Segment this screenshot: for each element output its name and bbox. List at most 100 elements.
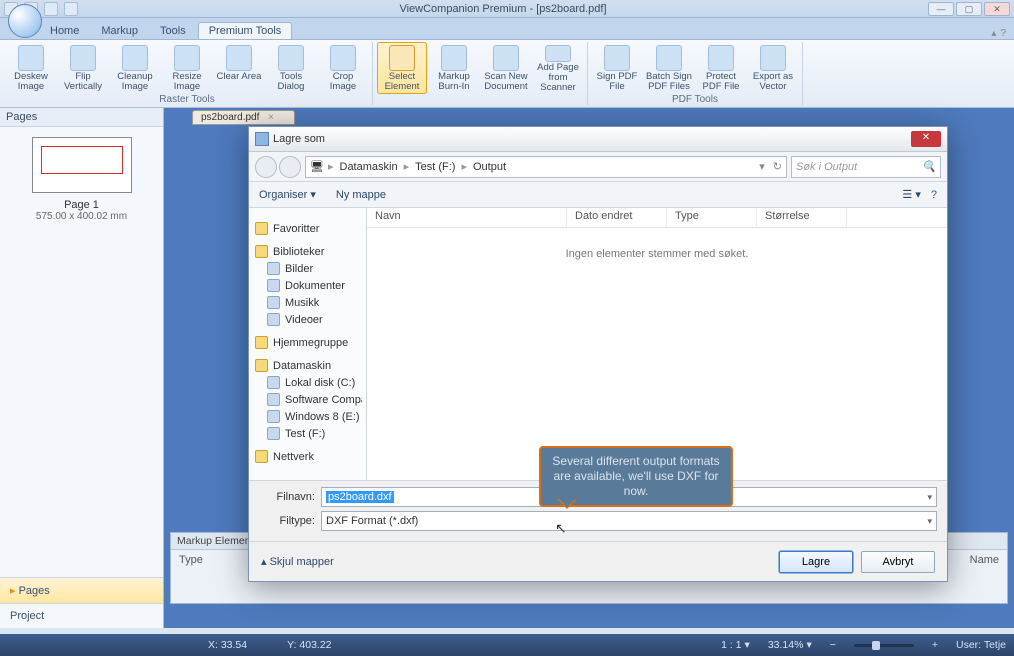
side-tab-pages[interactable]: Pages xyxy=(0,577,163,603)
view-options-button[interactable]: ☰ ▾ xyxy=(902,188,920,201)
breadcrumb-item[interactable]: Output xyxy=(471,161,508,173)
column-name[interactable]: Navn xyxy=(367,208,567,227)
maximize-button[interactable]: ▢ xyxy=(956,2,982,16)
zoom-slider[interactable] xyxy=(854,644,914,647)
tab-premium-tools[interactable]: Premium Tools xyxy=(198,22,293,39)
protect-pdf-button[interactable]: Protect PDF File xyxy=(696,42,746,94)
file-list: Navn Dato endret Type Størrelse Ingen el… xyxy=(367,208,947,480)
help-icon[interactable]: ? xyxy=(931,189,937,201)
save-button[interactable]: Lagre xyxy=(779,551,853,573)
minimize-button[interactable]: — xyxy=(928,2,954,16)
breadcrumb-item[interactable]: Datamaskin xyxy=(338,161,400,173)
tree-drive-software[interactable]: Software Compa xyxy=(253,391,362,408)
new-folder-button[interactable]: Ny mappe xyxy=(336,189,386,201)
app-menu-orb[interactable] xyxy=(8,4,42,38)
filetype-label: Filtype: xyxy=(259,515,315,527)
tree-drive-f[interactable]: Test (F:) xyxy=(253,425,362,442)
tab-tools[interactable]: Tools xyxy=(150,23,196,39)
close-button[interactable]: ✕ xyxy=(984,2,1010,16)
dropdown-icon[interactable]: ▾ xyxy=(927,516,932,527)
qat-button[interactable] xyxy=(44,2,58,16)
tree-drive-e[interactable]: Windows 8 (E:) xyxy=(253,408,362,425)
breadcrumb-item[interactable]: Test (F:) xyxy=(413,161,457,173)
resize-image-button[interactable]: Resize Image xyxy=(162,42,212,94)
tree-images[interactable]: Bilder xyxy=(253,260,362,277)
tree-videos[interactable]: Videoer xyxy=(253,311,362,328)
folder-icon xyxy=(267,296,280,309)
side-tab-project[interactable]: Project xyxy=(0,603,163,628)
tools-dialog-button[interactable]: Tools Dialog xyxy=(266,42,316,94)
tree-computer[interactable]: Datamaskin xyxy=(253,357,362,374)
tab-home[interactable]: Home xyxy=(40,23,89,39)
filename-label: Filnavn: xyxy=(259,491,315,503)
crop-image-button[interactable]: Crop Image xyxy=(318,42,368,94)
tree-libraries[interactable]: Biblioteker xyxy=(253,243,362,260)
organiser-menu[interactable]: Organiser ▾ xyxy=(259,188,316,201)
filetype-select[interactable]: DXF Format (*.dxf) ▾ xyxy=(321,511,937,531)
scan-new-document-button[interactable]: Scan New Document xyxy=(481,42,531,94)
computer-icon xyxy=(255,359,268,372)
hide-folders-toggle[interactable]: ▴ Skjul mapper xyxy=(261,555,334,568)
tools-icon xyxy=(278,45,304,71)
markup-column-name: Name xyxy=(970,554,999,566)
select-element-button[interactable]: Select Element xyxy=(377,42,427,94)
protect-icon xyxy=(708,45,734,71)
close-tab-icon[interactable]: × xyxy=(268,112,274,123)
dialog-close-button[interactable]: ✕ xyxy=(911,131,941,147)
export-icon xyxy=(760,45,786,71)
drive-icon xyxy=(267,427,280,440)
save-as-dialog: Lagre som ✕ 🖥 ▸ Datamaskin ▸ Test (F:) ▸… xyxy=(248,126,948,582)
clear-area-button[interactable]: Clear Area xyxy=(214,42,264,94)
status-scale[interactable]: 1 : 1 ▾ xyxy=(721,639,750,651)
tree-homegroup[interactable]: Hjemmegruppe xyxy=(253,334,362,351)
empty-message: Ingen elementer stemmer med søket. xyxy=(367,228,947,480)
tree-documents[interactable]: Dokumenter xyxy=(253,277,362,294)
status-zoom[interactable]: 33.14% ▾ xyxy=(768,639,812,651)
sign-pdf-button[interactable]: Sign PDF File xyxy=(592,42,642,94)
document-tab[interactable]: ps2board.pdf × xyxy=(192,110,295,125)
computer-icon: 🖥 xyxy=(310,160,324,173)
nav-back-button[interactable] xyxy=(255,156,277,178)
tab-markup[interactable]: Markup xyxy=(91,23,148,39)
deskew-image-button[interactable]: Deskew Image xyxy=(6,42,56,94)
filename-value: ps2board.dxf xyxy=(326,491,394,503)
network-icon xyxy=(255,450,268,463)
page-thumbnail[interactable]: Page 1 575.00 x 400.02 mm xyxy=(22,137,142,222)
column-size[interactable]: Størrelse xyxy=(757,208,847,227)
search-input[interactable]: Søk i Output 🔍 xyxy=(791,156,941,178)
drive-icon xyxy=(267,393,280,406)
ribbon-tabstrip: Home Markup Tools Premium Tools ▴ ? xyxy=(0,18,1014,40)
batch-sign-pdf-button[interactable]: Batch Sign PDF Files xyxy=(644,42,694,94)
cleanup-image-button[interactable]: Cleanup Image xyxy=(110,42,160,94)
markup-burnin-button[interactable]: Markup Burn-In xyxy=(429,42,479,94)
nav-forward-button[interactable] xyxy=(279,156,301,178)
refresh-icon[interactable]: ↻ xyxy=(773,160,782,173)
drive-icon xyxy=(267,376,280,389)
tree-favorites[interactable]: Favoritter xyxy=(253,220,362,237)
sign-icon xyxy=(604,45,630,71)
help-icon[interactable]: ? xyxy=(1000,28,1006,39)
qat-button[interactable] xyxy=(64,2,78,16)
column-date[interactable]: Dato endret xyxy=(567,208,667,227)
status-y: Y: 403.22 xyxy=(287,639,331,651)
breadcrumb[interactable]: 🖥 ▸ Datamaskin ▸ Test (F:) ▸ Output ▾ ↻ xyxy=(305,156,787,178)
clear-icon xyxy=(226,45,252,71)
tree-network[interactable]: Nettverk xyxy=(253,448,362,465)
add-page-from-scanner-button[interactable]: Add Page from Scanner xyxy=(533,42,583,94)
zoom-out-icon[interactable]: − xyxy=(830,639,836,651)
flip-icon xyxy=(70,45,96,71)
ribbon-minimize-icon[interactable]: ▴ xyxy=(991,28,996,39)
tree-drive-c[interactable]: Lokal disk (C:) xyxy=(253,374,362,391)
flip-vertically-button[interactable]: Flip Vertically xyxy=(58,42,108,94)
column-type[interactable]: Type xyxy=(667,208,757,227)
cancel-button[interactable]: Avbryt xyxy=(861,551,935,573)
breadcrumb-dropdown-icon[interactable]: ▾ xyxy=(759,160,765,173)
folder-icon xyxy=(267,262,280,275)
dropdown-icon[interactable]: ▾ xyxy=(927,492,932,503)
folder-icon xyxy=(267,313,280,326)
export-vector-button[interactable]: Export as Vector xyxy=(748,42,798,94)
tree-music[interactable]: Musikk xyxy=(253,294,362,311)
zoom-in-icon[interactable]: + xyxy=(932,639,938,651)
add-page-icon xyxy=(545,45,571,62)
dialog-title: Lagre som xyxy=(273,133,325,145)
